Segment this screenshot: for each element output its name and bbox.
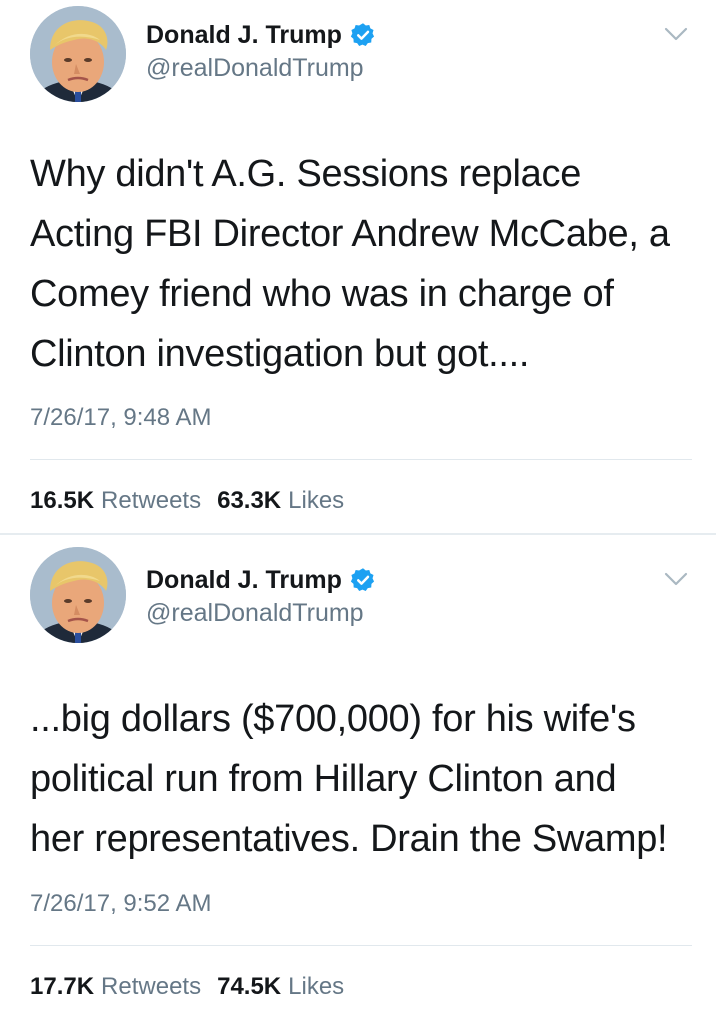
tweet-text: Why didn't A.G. Sessions replace Acting … [30,153,670,375]
tweet-stats: 16.5K Retweets 63.3K Likes [30,487,360,515]
likes-label[interactable]: Likes [288,487,344,515]
retweets-label[interactable]: Retweets [101,973,201,1001]
author-handle[interactable]: @realDonaldTrump [146,599,364,628]
chevron-down-icon[interactable] [664,571,688,587]
divider [30,459,692,460]
likes-label[interactable]: Likes [288,973,344,1001]
author-display-name[interactable]: Donald J. Trump [146,566,342,595]
chevron-down-icon[interactable] [664,26,688,42]
retweets-count[interactable]: 17.7K [30,973,94,1001]
retweets-count[interactable]: 16.5K [30,487,94,515]
divider [30,945,692,946]
tweet-card[interactable]: Donald J. Trump @realDonaldTrump Why did… [0,0,716,520]
verified-badge-icon [350,568,374,592]
avatar[interactable] [30,6,126,102]
tweet-timestamp[interactable]: 7/26/17, 9:52 AM [30,890,211,918]
tweet-card[interactable]: Donald J. Trump @realDonaldTrump ...big … [0,535,716,1018]
tweet-stats: 17.7K Retweets 74.5K Likes [30,973,360,1001]
author-name-row[interactable]: Donald J. Trump [146,18,376,52]
tweet-text: ...big dollars ($700,000) for his wife's… [30,698,668,860]
likes-count[interactable]: 63.3K [217,487,281,515]
author-display-name[interactable]: Donald J. Trump [146,21,342,50]
avatar-image [30,547,126,643]
avatar[interactable] [30,547,126,643]
avatar-image [30,6,126,102]
author-name-row[interactable]: Donald J. Trump [146,563,376,597]
retweets-label[interactable]: Retweets [101,487,201,515]
author-handle[interactable]: @realDonaldTrump [146,54,364,83]
verified-badge-icon [350,23,374,47]
likes-count[interactable]: 74.5K [217,973,281,1001]
tweet-timestamp[interactable]: 7/26/17, 9:48 AM [30,404,211,432]
